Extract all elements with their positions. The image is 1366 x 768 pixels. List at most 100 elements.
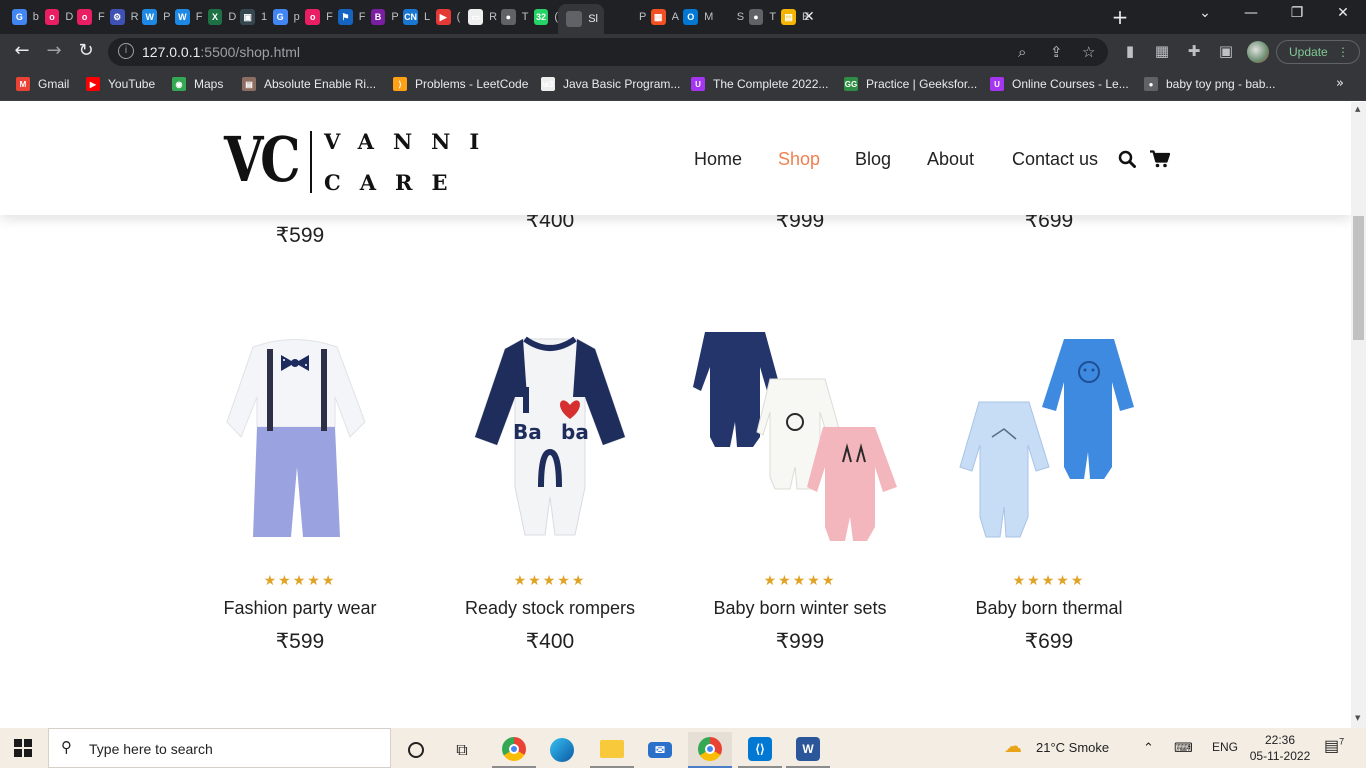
product-card[interactable]: ★★★★★ Baby born winter sets ₹999 — [675, 327, 925, 657]
chrome-active-taskbar-icon[interactable] — [688, 732, 732, 768]
tab-favicon-icon: X — [207, 9, 223, 25]
weather-text[interactable]: 21°C Smoke — [1036, 740, 1109, 755]
tab-search-icon[interactable]: ⌄ — [1190, 5, 1220, 21]
product-name[interactable]: Ready stock rompers — [425, 598, 675, 619]
nav-about[interactable]: About — [927, 149, 974, 170]
extension-icon[interactable]: ▮ — [1120, 42, 1140, 60]
task-view-icon[interactable]: ⧉ — [440, 732, 484, 768]
product-price: ₹599 — [275, 224, 325, 247]
more-bookmarks-icon[interactable]: » — [1336, 76, 1344, 91]
product-card[interactable]: Ba ba ★★★★★ Ready stock rompers ₹400 — [425, 327, 675, 657]
browser-tab[interactable]: ▤ E — [773, 4, 811, 30]
tab-favicon-icon: o — [44, 9, 60, 25]
language-indicator[interactable]: ENG — [1212, 740, 1238, 754]
product-name[interactable]: Baby born thermal — [924, 598, 1174, 619]
scroll-up-icon[interactable]: ▲ — [1355, 105, 1360, 113]
nav-blog[interactable]: Blog — [855, 149, 891, 170]
scroll-down-icon[interactable]: ▼ — [1355, 714, 1360, 722]
bookmark-item[interactable]: ⟩ Problems - LeetCode — [393, 77, 528, 91]
tab-favicon-icon: ▤ — [781, 9, 796, 25]
share-icon[interactable]: ⇪ — [1050, 43, 1063, 61]
product-image-romper[interactable]: Ba ba — [425, 327, 675, 542]
product-image-thermal[interactable] — [924, 327, 1174, 542]
bookmark-item[interactable]: M Gmail — [16, 77, 69, 91]
product-card[interactable]: ★★★★★ Fashion party wear ₹599 — [175, 327, 425, 657]
browser-tab[interactable]: Sl — [558, 4, 605, 34]
url-text[interactable]: 127.0.0.1:5500/shop.html — [142, 44, 300, 60]
bookmark-item[interactable]: w3 Java Basic Program... — [541, 77, 680, 91]
cortana-icon[interactable] — [394, 732, 438, 768]
forward-button[interactable]: → — [42, 40, 66, 61]
tab-favicon-icon: ⚙ — [109, 9, 125, 25]
site-info-icon[interactable]: i — [118, 43, 134, 59]
page-viewport: VC VANNI CARE Home Shop Blog About Conta… — [0, 102, 1351, 728]
product-name[interactable]: Baby born winter sets — [675, 598, 925, 619]
search-icon[interactable] — [1118, 150, 1136, 173]
update-button[interactable]: Update ⋮ — [1276, 40, 1360, 64]
tab-favicon-icon: ▶ — [435, 9, 451, 25]
address-bar[interactable]: i 127.0.0.1:5500/shop.html ⌕ ⇪ ☆ — [108, 38, 1108, 66]
weather-icon[interactable]: ☁ — [1004, 736, 1022, 757]
bookmark-item[interactable]: GG Practice | Geeksfor... — [844, 77, 977, 91]
bookmarks-bar: M Gmail ▶ YouTube ◉ Maps ▤ Absolute Enable Ri..… — [0, 70, 1366, 101]
mail-icon[interactable]: ✉ — [638, 732, 682, 768]
back-button[interactable]: ← — [10, 40, 34, 61]
tab-favicon-icon: ▭ — [468, 9, 484, 25]
product-price: ₹699 — [1024, 630, 1074, 653]
zoom-search-icon[interactable]: ⌕ — [1018, 43, 1026, 61]
taskbar-search-input[interactable]: ⚲ Type here to search — [48, 728, 391, 768]
svg-text:Ba: Ba — [513, 420, 542, 444]
bookmark-favicon-icon: ▶ — [86, 77, 100, 91]
brand-logo[interactable]: VC VANNI CARE — [224, 123, 479, 196]
bookmark-label: Online Courses - Le... — [1012, 77, 1129, 91]
bookmark-label: Gmail — [38, 77, 70, 91]
side-panel-icon[interactable]: ▣ — [1216, 42, 1236, 60]
search-icon: ⚲ — [61, 738, 72, 756]
tab-favicon-icon: W — [142, 9, 158, 25]
system-clock[interactable]: 22:36 05-11-2022 — [1248, 732, 1312, 764]
rating-stars: ★★★★★ — [1012, 573, 1086, 589]
close-window-button[interactable]: ✕ — [1328, 5, 1358, 21]
menu-dots-icon[interactable]: ⋮ — [1337, 41, 1349, 63]
file-explorer-icon[interactable] — [590, 732, 634, 768]
bookmark-item[interactable]: ▶ YouTube — [86, 77, 155, 91]
page-scrollbar[interactable]: ▲ ▼ — [1351, 102, 1366, 728]
product-image-winter-sets[interactable] — [675, 327, 925, 542]
bookmark-item[interactable]: ◉ Maps — [172, 77, 223, 91]
tab-favicon-icon: ▣ — [240, 9, 255, 25]
extension-icon[interactable]: ▦ — [1152, 42, 1172, 60]
keyboard-icon[interactable]: ⌨ — [1174, 740, 1193, 756]
logo-word-care: CARE — [324, 170, 467, 195]
bookmark-favicon-icon: ◉ — [172, 77, 186, 91]
product-price: ₹400 — [525, 630, 575, 653]
product-card[interactable]: ★★★★★ Baby born thermal ₹699 — [924, 327, 1174, 657]
profile-avatar[interactable] — [1247, 41, 1269, 63]
notification-icon[interactable]: ▤7 — [1324, 736, 1344, 756]
bookmark-item[interactable]: U The Complete 2022... — [691, 77, 828, 91]
minimize-button[interactable]: — — [1236, 5, 1266, 21]
cart-icon[interactable] — [1150, 150, 1171, 173]
word-taskbar-icon[interactable]: W — [786, 732, 830, 768]
bookmark-item[interactable]: ▤ Absolute Enable Ri... — [242, 77, 376, 91]
chrome-taskbar-icon[interactable] — [492, 732, 536, 768]
product-image-party-wear[interactable] — [175, 327, 425, 542]
bookmark-item[interactable]: U Online Courses - Le... — [990, 77, 1129, 91]
windows-start-icon[interactable] — [14, 739, 32, 757]
tray-overflow-icon[interactable]: ⌃ — [1143, 740, 1154, 756]
svg-text:ba: ba — [561, 420, 589, 444]
new-tab-button[interactable]: + — [1110, 5, 1130, 29]
vscode-taskbar-icon[interactable]: ⟨⟩ — [738, 732, 782, 768]
restore-button[interactable]: ❐ — [1282, 5, 1312, 21]
bookmark-label: Problems - LeetCode — [415, 77, 529, 91]
product-name[interactable]: Fashion party wear — [175, 598, 425, 619]
nav-shop[interactable]: Shop — [778, 149, 820, 170]
extensions-puzzle-icon[interactable]: ✚ — [1184, 42, 1204, 60]
reload-button[interactable]: ↻ — [74, 40, 98, 61]
scrollbar-thumb[interactable] — [1353, 216, 1364, 340]
tab-favicon-icon: o — [77, 9, 92, 25]
nav-home[interactable]: Home — [694, 149, 742, 170]
edge-taskbar-icon[interactable] — [540, 732, 584, 768]
nav-contact[interactable]: Contact us — [1012, 149, 1098, 170]
bookmark-star-icon[interactable]: ☆ — [1082, 43, 1095, 61]
bookmark-item[interactable]: ● baby toy png - bab... — [1144, 77, 1275, 91]
